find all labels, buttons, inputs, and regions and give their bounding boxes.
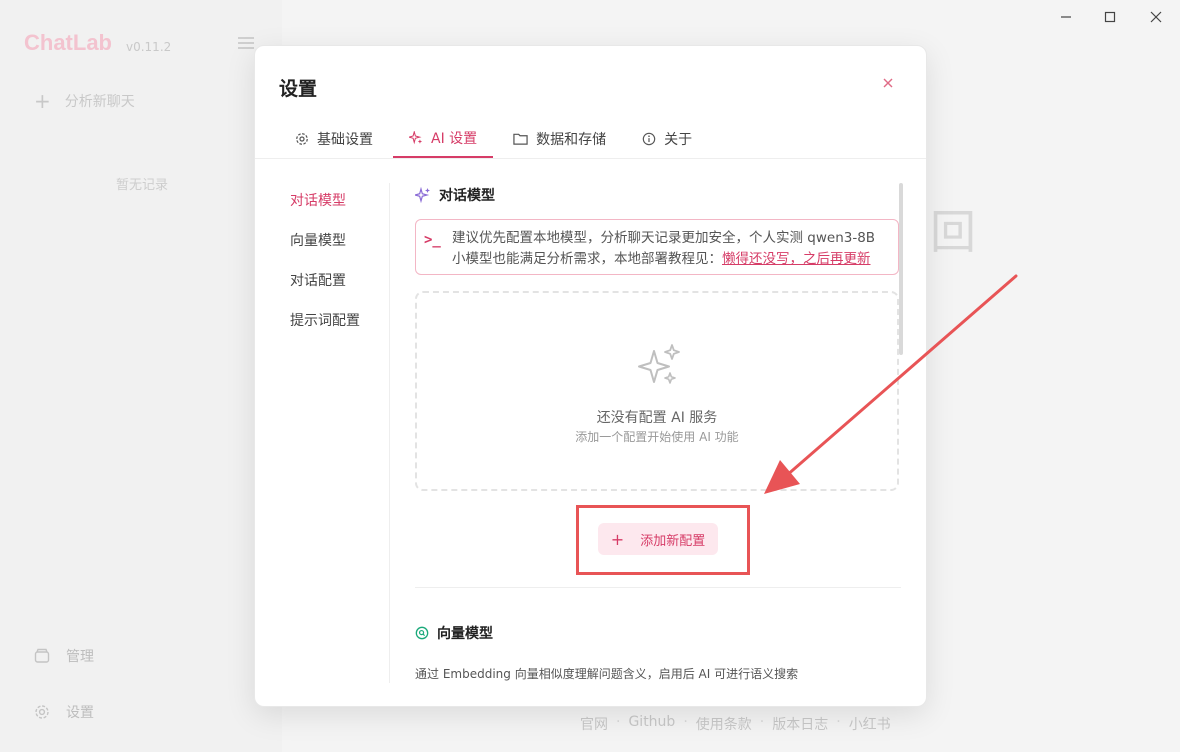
chat-model-heading: 对话模型 [415,183,495,207]
vector-search-icon [415,626,429,640]
footer-link[interactable]: Github [628,714,675,734]
footer-link[interactable]: 版本日志 [772,714,828,734]
dialog-title: 设置 [279,78,318,100]
plus-icon: + [34,89,51,113]
empty-config-placeholder: 还没有配置 AI 服务 添加一个配置开始使用 AI 功能 [415,291,899,491]
content-scrollbar[interactable] [899,183,903,355]
settings-dialog: 设置 基础设置 AI 设置 数据和存储 关于 对话模型 向量模型 对话配置 提示… [254,45,927,707]
footer-links: 官网 · Github · 使用条款 · 版本日志 · 小红书 [580,714,891,734]
tab-ai-settings[interactable]: AI 设置 [393,120,494,158]
new-chat-button[interactable]: + 分析新聊天 [34,89,135,113]
close-icon [1150,11,1162,23]
maximize-icon [1104,11,1116,23]
terminal-icon: >_ [424,232,441,248]
app-logo: ChatLab [24,30,112,55]
empty-subtitle: 添加一个配置开始使用 AI 功能 [575,430,739,444]
gear-icon [296,133,308,145]
tab-about[interactable]: 关于 [626,120,708,158]
new-chat-label: 分析新聊天 [64,94,135,110]
menu-icon[interactable] [238,37,254,49]
ai-subnav: 对话模型 向量模型 对话配置 提示词配置 [290,191,360,351]
vector-model-heading: 向量模型 [415,621,493,645]
dialog-close-button[interactable] [879,74,897,92]
app-version: v0.11.2 [126,40,172,54]
sparkles-icon [638,344,680,384]
minimize-icon [1061,16,1071,18]
settings-tabs: 基础设置 AI 设置 数据和存储 关于 [279,120,712,158]
tab-basic[interactable]: 基础设置 [279,120,389,158]
alert-line-2: 小模型也能满足分析需求，本地部署教程见：懒得还没写，之后再更新 [452,251,871,267]
gear-icon [35,705,49,719]
subnav-chat-model[interactable]: 对话模型 [290,191,360,231]
section-divider [415,587,901,588]
info-icon [642,132,656,146]
local-model-alert: >_ 建议优先配置本地模型，分析聊天记录更加安全，个人实测 qwen3-8B 小… [415,219,899,275]
plus-icon: + [610,529,625,549]
footer-link[interactable]: 使用条款 [696,714,752,734]
subnav-divider [389,183,390,683]
footer-link[interactable]: 官网 [580,714,608,734]
add-config-button[interactable]: + 添加新配置 [598,523,718,555]
close-icon [883,78,893,88]
settings-button[interactable]: 设置 [34,702,94,722]
vector-model-description: 通过 Embedding 向量相似度理解问题含义，启用后 AI 可进行语义搜索 [415,667,799,681]
sparkle-icon [409,131,423,145]
background-glyph: 回 [930,205,976,259]
tabs-divider [255,158,926,159]
empty-records-text: 暂无记录 [116,178,169,193]
maximize-button[interactable] [1099,6,1121,28]
alert-line-1: 建议优先配置本地模型，分析聊天记录更加安全，个人实测 qwen3-8B [452,230,876,246]
subnav-vector-model[interactable]: 向量模型 [290,231,360,271]
settings-label: 设置 [66,705,94,721]
archive-icon [34,648,50,663]
empty-title: 还没有配置 AI 服务 [596,410,718,426]
minimize-button[interactable] [1055,6,1077,28]
manage-button[interactable]: 管理 [34,646,94,666]
manage-label: 管理 [66,649,94,665]
sparkle-icon [415,187,430,203]
tutorial-link[interactable]: 懒得还没写，之后再更新 [722,251,871,267]
subnav-prompt-config[interactable]: 提示词配置 [290,311,360,351]
folder-icon [513,133,528,145]
close-window-button[interactable] [1145,6,1167,28]
subnav-chat-config[interactable]: 对话配置 [290,271,360,311]
footer-link[interactable]: 小红书 [849,714,891,734]
tab-data-storage[interactable]: 数据和存储 [497,120,622,158]
